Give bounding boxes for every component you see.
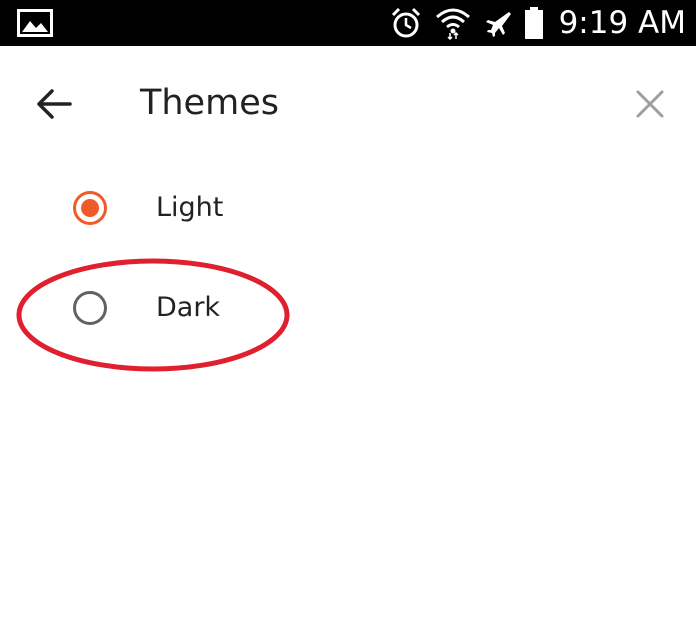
theme-option-dark[interactable]: Dark xyxy=(56,272,456,344)
status-time: 9:19 AM xyxy=(558,5,686,41)
battery-icon xyxy=(524,7,543,39)
page-title: Themes xyxy=(140,83,279,123)
radio-selected-icon[interactable] xyxy=(72,190,108,226)
back-button[interactable] xyxy=(28,82,84,126)
status-bar: 9:19 AM xyxy=(0,0,696,46)
themes-screen: 9:19 AM Themes Light Dark xyxy=(0,0,696,630)
status-icons: 9:19 AM xyxy=(389,0,686,46)
close-icon xyxy=(636,90,664,118)
arrow-left-icon xyxy=(37,89,72,119)
theme-option-label: Light xyxy=(156,192,224,223)
theme-option-light[interactable]: Light xyxy=(56,172,456,244)
close-button[interactable] xyxy=(626,80,674,128)
theme-option-label: Dark xyxy=(156,292,221,323)
radio-unselected-icon[interactable] xyxy=(72,290,108,326)
image-icon xyxy=(17,9,53,37)
alarm-icon xyxy=(391,7,420,38)
wifi-icon xyxy=(435,8,470,40)
app-bar: Themes xyxy=(0,46,696,166)
airplane-icon xyxy=(485,12,511,37)
